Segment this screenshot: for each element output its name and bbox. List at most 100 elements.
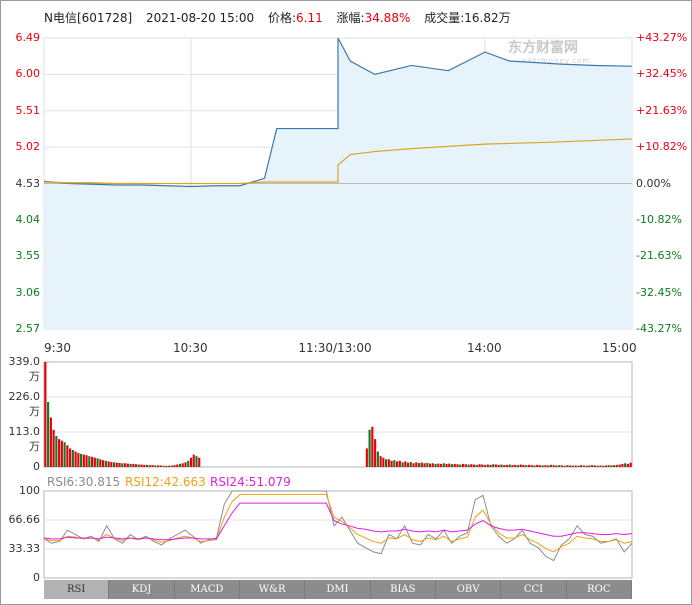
volume-bar <box>77 453 80 467</box>
volume-bar <box>112 462 116 467</box>
volume-bar <box>442 463 445 467</box>
tab-dmi[interactable]: DMI <box>305 580 371 599</box>
volume-bar <box>123 463 127 467</box>
tab-kdj[interactable]: KDJ <box>109 580 175 599</box>
rsi-line-rsi12 <box>43 493 633 553</box>
time-tick: 9:30 <box>44 341 71 355</box>
volume-bar <box>577 465 580 467</box>
volume-bar <box>580 465 583 467</box>
volume-bar <box>475 464 478 467</box>
volume-bar <box>445 463 448 467</box>
tab-rsi[interactable]: RSI <box>44 580 110 599</box>
volume-bar <box>417 462 421 467</box>
rsi-tick: 100 <box>19 484 40 497</box>
volume-bar <box>374 439 377 467</box>
volume-bar <box>420 462 423 467</box>
volume-bar <box>604 465 607 467</box>
volume-bar <box>514 464 517 467</box>
volume-bar <box>129 463 132 467</box>
volume-bar <box>93 457 96 467</box>
volume-bar <box>165 465 168 467</box>
volume-bar <box>563 465 566 467</box>
volume-bar <box>481 464 484 467</box>
volume-bar <box>486 464 489 467</box>
volume-bar <box>396 461 399 467</box>
volume-bar <box>472 464 476 467</box>
volume-bar <box>80 453 83 467</box>
volume-bar <box>143 464 146 467</box>
volume-bar <box>489 464 492 467</box>
tab-obv[interactable]: OBV <box>435 580 502 599</box>
volume-bar <box>547 465 550 467</box>
volume-bar <box>610 465 613 467</box>
tab-roc[interactable]: ROC <box>566 580 632 599</box>
volume-bar <box>536 464 539 467</box>
volume-bar <box>69 448 72 467</box>
volume-bar <box>464 464 467 467</box>
tab-macd[interactable]: MACD <box>174 580 240 599</box>
volume-bar <box>500 464 503 467</box>
volume-bar <box>91 456 94 467</box>
volume-bar <box>516 465 520 467</box>
volume-bar <box>189 457 193 467</box>
rsi-line-rsi6 <box>43 490 633 562</box>
volume-bar <box>448 463 451 467</box>
volume-bar <box>74 451 77 467</box>
volume-bar <box>134 464 138 467</box>
price-tick-left: 5.51 <box>15 103 41 117</box>
volume-bar <box>66 445 69 467</box>
volume-bar <box>585 465 588 467</box>
volume-bar <box>566 465 569 467</box>
volume-bar <box>478 464 481 467</box>
volume-bar <box>453 463 456 467</box>
volume-bar <box>607 465 610 467</box>
time-tick: 10:30 <box>173 341 208 355</box>
volume-bar <box>198 457 201 467</box>
volume-bar <box>560 465 564 467</box>
volume-bar <box>110 462 113 467</box>
chart-svg <box>43 37 633 579</box>
volume-bar <box>494 464 498 467</box>
volume-bar <box>519 464 522 467</box>
time-tick: 15:00 <box>602 341 637 355</box>
price-tick-right: 0.00% <box>636 176 671 190</box>
volume-bar <box>173 465 176 467</box>
volume-bar <box>96 458 99 467</box>
volume-bar <box>530 465 533 467</box>
volume-bar <box>428 463 432 467</box>
volume-bar <box>379 456 382 467</box>
price-tick-right: +32.45% <box>636 67 688 81</box>
volume-bar <box>459 464 462 467</box>
volume-bar <box>624 463 627 467</box>
volume-bar <box>52 429 55 467</box>
volume-bar <box>552 465 555 467</box>
volume-bar <box>365 448 368 467</box>
volume-bar <box>401 462 404 467</box>
tab-wr[interactable]: W&R <box>239 580 306 599</box>
volume-bar <box>593 465 596 467</box>
volume-bar <box>390 460 393 467</box>
volume-bar <box>527 464 531 467</box>
volume-bar <box>140 464 143 467</box>
volume-bar <box>55 436 58 467</box>
volume-bar <box>591 465 594 467</box>
volume-bar <box>71 449 74 467</box>
volume-bar <box>151 465 154 467</box>
volume-bar <box>85 455 88 467</box>
volume-panel-border <box>43 361 633 468</box>
volume-bar <box>602 465 605 467</box>
volume-bar <box>629 462 632 467</box>
volume-bar <box>195 456 198 467</box>
rsi-tick: 66.66 <box>8 513 41 526</box>
volume-bar <box>621 463 624 467</box>
volume-bar <box>434 463 437 467</box>
volume-bar <box>387 459 390 467</box>
tab-bias[interactable]: BIAS <box>370 580 436 599</box>
volume-bar <box>483 464 487 467</box>
volume-bar <box>470 464 473 467</box>
volume-bar <box>118 462 121 467</box>
volume-bar <box>574 465 577 467</box>
tab-cci[interactable]: CCI <box>501 580 567 599</box>
volume-bar <box>497 464 500 467</box>
volume-bar <box>60 440 63 467</box>
